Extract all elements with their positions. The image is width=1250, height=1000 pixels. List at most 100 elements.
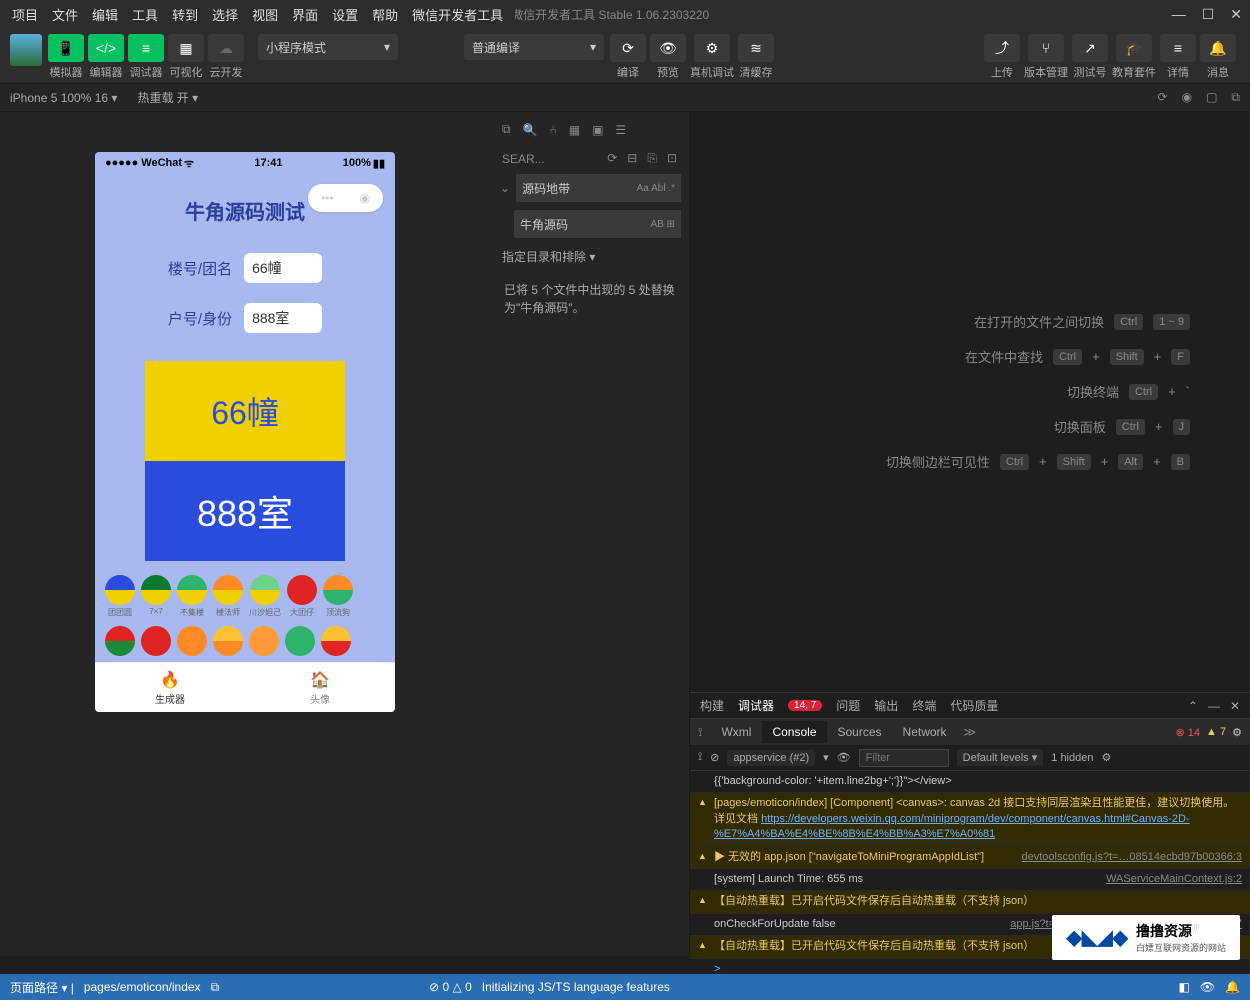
menu-bar: 项目文件编辑工具转到选择视图界面设置帮助微信开发者工具: [0, 2, 515, 26]
menu-转到[interactable]: 转到: [166, 3, 204, 26]
copy-icon[interactable]: ⧉: [1231, 90, 1240, 105]
menu-界面[interactable]: 界面: [286, 3, 324, 26]
panel-tab-输出[interactable]: 输出: [874, 697, 898, 714]
include-exclude-toggle[interactable]: 指定目录和排除 ▾: [496, 242, 683, 271]
menu-帮助[interactable]: 帮助: [366, 3, 404, 26]
tb-预览[interactable]: 👁预览: [650, 34, 686, 80]
close-button[interactable]: ✕: [1230, 6, 1242, 23]
sidebar-toggle-icon[interactable]: ⟟: [698, 751, 702, 764]
menu-微信开发者工具[interactable]: 微信开发者工具: [406, 3, 509, 26]
tb-版本管理[interactable]: ⑂版本管理: [1024, 34, 1068, 80]
maximize-button[interactable]: ☐: [1202, 6, 1215, 23]
emoji-item[interactable]: [141, 626, 171, 656]
emoji-item[interactable]: [105, 626, 135, 656]
compile-dropdown[interactable]: 普通编译▾: [464, 34, 604, 60]
debug-icon[interactable]: ▣: [592, 123, 603, 137]
tb-调试器[interactable]: ≡调试器: [128, 34, 164, 80]
test-icon[interactable]: ☰: [615, 123, 626, 137]
hot-reload-toggle[interactable]: 热重载 开 ▾: [137, 89, 198, 106]
tb-清缓存[interactable]: ≋清缓存: [738, 34, 774, 80]
tb-模拟器[interactable]: 📱模拟器: [48, 34, 84, 80]
device-select[interactable]: iPhone 5 100% 16 ▾: [10, 91, 117, 105]
git-icon[interactable]: ⑃: [550, 123, 557, 137]
devtools-toggle-icon[interactable]: ⟟: [690, 725, 710, 740]
emoji-item[interactable]: 川沙妲己: [249, 575, 281, 618]
mode-dropdown[interactable]: 小程序模式▾: [258, 34, 398, 60]
emoji-item[interactable]: [249, 626, 279, 656]
menu-选择[interactable]: 选择: [206, 3, 244, 26]
emoji-item[interactable]: 不集楼: [177, 575, 207, 618]
gear-icon[interactable]: ⚙: [1232, 726, 1242, 739]
remote-icon[interactable]: ◧: [1178, 980, 1189, 994]
panel-ctl[interactable]: —: [1208, 699, 1220, 713]
refresh-icon[interactable]: ⟳: [1158, 90, 1168, 105]
menu-工具[interactable]: 工具: [126, 3, 164, 26]
panel-ctl[interactable]: ⌃: [1188, 699, 1198, 713]
emoji-item[interactable]: 大团仔: [287, 575, 317, 618]
filter-input[interactable]: [859, 749, 949, 767]
menu-视图[interactable]: 视图: [246, 3, 284, 26]
ext-icon[interactable]: ▦: [569, 123, 580, 137]
room-input[interactable]: 888室: [244, 303, 322, 333]
diagnostics[interactable]: ⊘ 0 △ 0: [429, 980, 472, 994]
eye2-icon[interactable]: 👁: [1200, 980, 1215, 994]
page-path[interactable]: pages/emoticon/index: [84, 980, 201, 994]
device-icon[interactable]: ▢: [1206, 90, 1217, 105]
explorer-icon[interactable]: ⧉: [502, 122, 511, 137]
tb-编辑器[interactable]: </>编辑器: [88, 34, 124, 80]
tb-测试号[interactable]: ↗测试号: [1072, 34, 1108, 80]
minimize-button[interactable]: —: [1172, 6, 1186, 23]
replace-input[interactable]: 牛角源码AB ⊞: [514, 210, 681, 238]
menu-项目[interactable]: 项目: [6, 3, 44, 26]
panel-tab-代码质量[interactable]: 代码质量: [950, 697, 998, 714]
menu-编辑[interactable]: 编辑: [86, 3, 124, 26]
menu-文件[interactable]: 文件: [46, 3, 84, 26]
emoji-item[interactable]: 顶流狗: [323, 575, 353, 618]
copy-path-icon[interactable]: ⧉: [211, 980, 220, 995]
bell-icon[interactable]: 🔔: [1225, 980, 1240, 994]
tb-云开发[interactable]: ☁云开发: [208, 34, 244, 80]
record-icon[interactable]: ◉: [1182, 90, 1192, 105]
tb-编译[interactable]: ⟳编译: [610, 34, 646, 80]
emoji-item[interactable]: [177, 626, 207, 656]
tab-sources[interactable]: Sources: [828, 721, 892, 743]
scope-dropdown[interactable]: appservice (#2): [727, 750, 815, 766]
tb-教育套件[interactable]: 🎓教育套件: [1112, 34, 1156, 80]
tb-真机调试[interactable]: ⚙真机调试: [690, 34, 734, 80]
emoji-item[interactable]: 楼法师: [213, 575, 243, 618]
capsule-menu[interactable]: •••◉: [308, 184, 383, 212]
tb-详情[interactable]: ≡详情: [1160, 34, 1196, 80]
tab-avatar[interactable]: 🏠头像: [245, 663, 395, 712]
new-file-icon[interactable]: ⎘: [647, 151, 657, 166]
chevron-down-icon[interactable]: ⌄: [496, 181, 514, 195]
clear-icon[interactable]: ⊟: [627, 151, 637, 166]
tab-wxml[interactable]: Wxml: [711, 721, 761, 743]
building-input[interactable]: 66幢: [244, 253, 322, 283]
clear-console-icon[interactable]: ⊘: [710, 751, 719, 764]
emoji-item[interactable]: 7×7: [141, 575, 171, 618]
tb-消息[interactable]: 🔔消息: [1200, 34, 1236, 80]
refresh-search-icon[interactable]: ⟳: [607, 151, 617, 166]
tb-可视化[interactable]: ▦可视化: [168, 34, 204, 80]
panel-ctl[interactable]: ✕: [1230, 699, 1240, 713]
settings-icon[interactable]: ⚙: [1101, 751, 1111, 764]
tab-console[interactable]: Console: [762, 721, 826, 743]
collapse-icon[interactable]: ⊡: [667, 151, 677, 166]
tab-generator[interactable]: 🔥生成器: [95, 663, 245, 712]
emoji-item[interactable]: 团团圆: [105, 575, 135, 618]
emoji-item[interactable]: [285, 626, 315, 656]
emoji-item[interactable]: [321, 626, 351, 656]
eye-icon[interactable]: 👁: [837, 751, 851, 764]
emoji-item[interactable]: [213, 626, 243, 656]
tb-上传[interactable]: ⤴上传: [984, 34, 1020, 80]
panel-tab-调试器[interactable]: 调试器: [738, 697, 774, 714]
panel-tab-问题[interactable]: 问题: [836, 697, 860, 714]
levels-dropdown[interactable]: Default levels ▾: [957, 749, 1044, 766]
search-input[interactable]: 源码地带Aa Abl .*: [516, 174, 681, 202]
menu-设置[interactable]: 设置: [326, 3, 364, 26]
panel-tab-构建[interactable]: 构建: [700, 697, 724, 714]
tab-network[interactable]: Network: [893, 721, 957, 743]
panel-tab-终端[interactable]: 终端: [912, 697, 936, 714]
project-avatar[interactable]: [10, 34, 42, 66]
search-icon[interactable]: 🔍: [523, 123, 538, 137]
